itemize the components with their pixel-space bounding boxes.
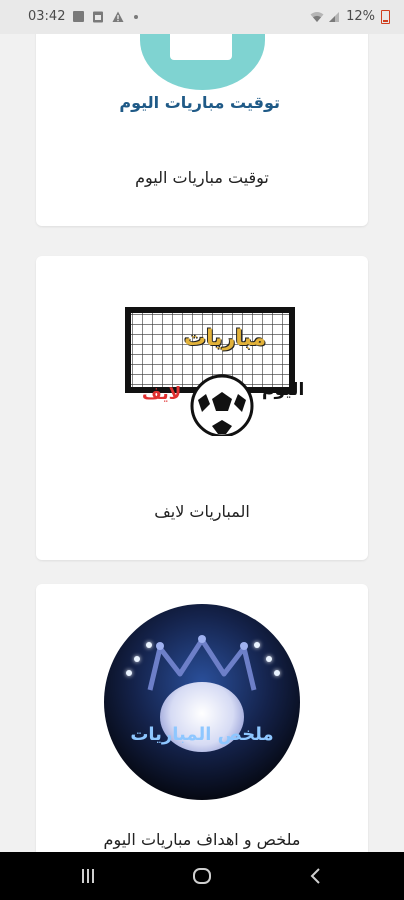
goal-net-logo: [122, 304, 298, 438]
card-title: المباريات لايف: [154, 502, 250, 521]
battery-percent: 12%: [346, 9, 375, 24]
logo-text-main: مباريات: [184, 326, 267, 351]
app-list: توقيت مباريات اليوم توقيت مباريات اليوم …: [0, 0, 404, 852]
signal-icon: [328, 11, 340, 23]
status-right: 12%: [310, 9, 390, 24]
recent-apps-icon[interactable]: [78, 866, 98, 886]
battery-icon: [381, 9, 390, 24]
sim-card-icon: [92, 11, 104, 23]
highlights-logo: ملخص المباريات: [104, 604, 300, 800]
wifi-icon: [310, 11, 324, 23]
navigation-bar: [0, 852, 404, 900]
status-time: 03:42: [28, 9, 66, 24]
app-card-highlights[interactable]: ملخص المباريات ملخص و اهداف مباريات اليو…: [36, 584, 368, 852]
alert-icon: [112, 11, 124, 23]
card-title: ملخص و اهداف مباريات اليوم: [103, 830, 301, 849]
back-icon[interactable]: [306, 866, 326, 886]
app-card-live-matches[interactable]: مباريات اليوم لايف المباريات لايف: [36, 256, 368, 560]
logo-text: توقيت مباريات اليوم: [119, 93, 280, 112]
logo-text-live: لايف: [142, 384, 182, 404]
logo-text: ملخص المباريات: [130, 724, 274, 745]
logo-text-today: اليوم: [262, 380, 305, 400]
notification-icon: [73, 11, 85, 22]
status-left: 03:42: [28, 9, 139, 24]
status-bar: 03:42 12%: [0, 0, 404, 34]
more-notifications-dot-icon: [134, 14, 139, 19]
card-title: توقيت مباريات اليوم: [135, 168, 269, 187]
home-icon[interactable]: [192, 866, 212, 886]
